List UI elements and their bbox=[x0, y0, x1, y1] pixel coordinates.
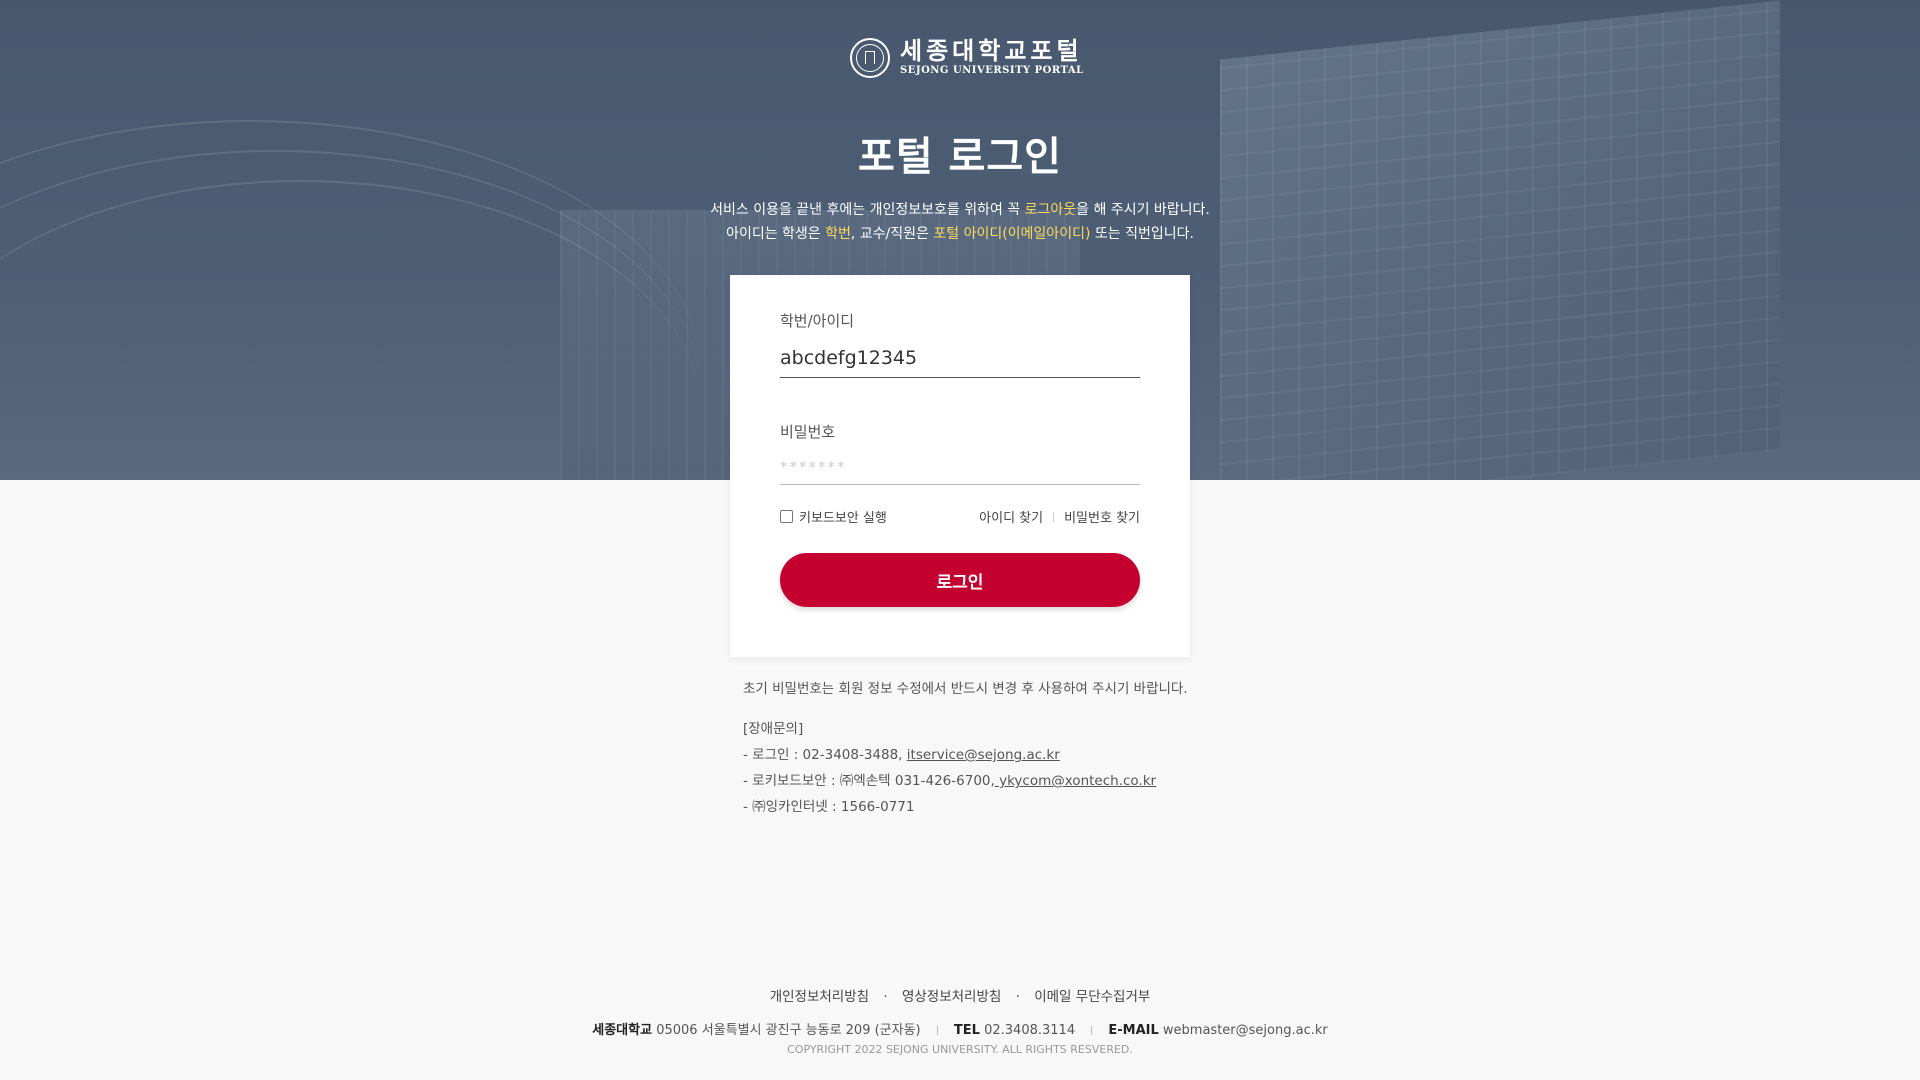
divider bbox=[1053, 511, 1055, 522]
keyboard-support: - 로키보드보안 : ㈜엑손텍 031-426-6700, ykycom@xon… bbox=[743, 768, 1203, 794]
login-button[interactable]: 로그인 bbox=[780, 553, 1140, 607]
email-label: E-MAIL bbox=[1108, 1023, 1159, 1038]
footer-links: 개인정보처리방침 · 영상정보처리방침 · 이메일 무단수집거부 bbox=[0, 985, 1920, 1005]
footer-address: 세종대학교 05006 서울특별시 광진구 능동로 209 (군자동) TEL … bbox=[0, 1019, 1920, 1038]
login-notice: 서비스 이용을 끝낸 후에는 개인정보보호를 위하여 꼭 로그아웃을 해 주시기… bbox=[0, 198, 1920, 246]
logo-korean: 세종대학교포털 bbox=[900, 37, 1083, 65]
link-separator: · bbox=[883, 989, 888, 1005]
org-name: 세종대학교 bbox=[592, 1023, 653, 1038]
privacy-policy-link[interactable]: 개인정보처리방침 bbox=[770, 989, 869, 1005]
divider bbox=[936, 1026, 938, 1035]
notice-highlight-portal-id: 포털 아이디(이메일아이디) bbox=[933, 226, 1091, 242]
divider bbox=[1091, 1026, 1093, 1035]
keyboard-security-label[interactable]: 키보드보안 실행 bbox=[799, 507, 887, 526]
university-seal-icon bbox=[850, 38, 890, 78]
notice-line-1: 서비스 이용을 끝낸 후에는 개인정보보호를 위하여 꼭 로그아웃을 해 주시기… bbox=[0, 198, 1920, 222]
copyright: COPYRIGHT 2022 SEJONG UNIVERSITY. ALL RI… bbox=[787, 1043, 1133, 1056]
info-section: 초기 비밀번호는 회원 정보 수정에서 반드시 변경 후 사용하여 주시기 바랍… bbox=[743, 676, 1203, 820]
notice-text: 또는 직번입니다. bbox=[1090, 226, 1194, 242]
notice-text: 을 해 주시기 바랍니다. bbox=[1076, 202, 1210, 218]
webmaster-email: webmaster@sejong.ac.kr bbox=[1162, 1023, 1328, 1038]
video-policy-link[interactable]: 영상정보처리방침 bbox=[902, 989, 1001, 1005]
notice-highlight-student-id: 학번 bbox=[825, 226, 851, 242]
password-label: 비밀번호 bbox=[780, 423, 836, 441]
login-support-text: - 로그인 : 02-3408-3488, bbox=[743, 747, 907, 763]
login-support: - 로그인 : 02-3408-3488, itservice@sejong.a… bbox=[743, 742, 1203, 768]
id-label: 학번/아이디 bbox=[780, 312, 855, 330]
notice-text: 아이디는 학생은 bbox=[726, 226, 826, 242]
login-options: 키보드보안 실행 아이디 찾기 비밀번호 찾기 bbox=[780, 507, 1140, 526]
find-id-link[interactable]: 아이디 찾기 bbox=[979, 507, 1043, 526]
address: 05006 서울특별시 광진구 능동로 209 (군자동) bbox=[656, 1023, 921, 1038]
tel-label: TEL bbox=[953, 1023, 980, 1038]
logo-english: SEJONG UNIVERSITY PORTAL bbox=[900, 65, 1084, 76]
notice-line-2: 아이디는 학생은 학번, 교수/직원은 포털 아이디(이메일아이디) 또는 직번… bbox=[0, 222, 1920, 246]
inca-support: - ㈜잉카인터넷 : 1566-0771 bbox=[743, 799, 915, 815]
keyboard-security-checkbox[interactable] bbox=[780, 510, 793, 523]
keyboard-support-email-link[interactable]: ykycom@xontech.co.kr bbox=[995, 773, 1156, 789]
notice-text: , 교수/직원은 bbox=[850, 226, 934, 242]
page-title: 포털 로그인 bbox=[858, 134, 1062, 180]
email-refusal-link[interactable]: 이메일 무단수집거부 bbox=[1034, 989, 1150, 1005]
find-password-link[interactable]: 비밀번호 찾기 bbox=[1064, 507, 1140, 526]
password-input[interactable]: ******* bbox=[780, 458, 1140, 485]
support-title: [장애문의] bbox=[743, 721, 804, 737]
keyboard-support-text: - 로키보드보안 : ㈜엑손텍 031-426-6700, bbox=[743, 773, 995, 789]
id-input[interactable]: abcdefg12345 bbox=[780, 347, 1140, 378]
notice-text: 서비스 이용을 끝낸 후에는 개인정보보호를 위하여 꼭 bbox=[710, 202, 1025, 218]
tel-number: 02.3408.3114 bbox=[984, 1023, 1076, 1038]
login-card: 학번/아이디 abcdefg12345 비밀번호 ******* 키보드보안 실… bbox=[730, 275, 1190, 657]
initial-password-notice: 초기 비밀번호는 회원 정보 수정에서 반드시 변경 후 사용하여 주시기 바랍… bbox=[743, 681, 1188, 697]
portal-logo[interactable]: 세종대학교포털 SEJONG UNIVERSITY PORTAL bbox=[850, 36, 1084, 80]
link-separator: · bbox=[1015, 989, 1020, 1005]
notice-highlight-logout: 로그아웃 bbox=[1024, 202, 1077, 218]
login-support-email-link[interactable]: itservice@sejong.ac.kr bbox=[907, 747, 1060, 763]
